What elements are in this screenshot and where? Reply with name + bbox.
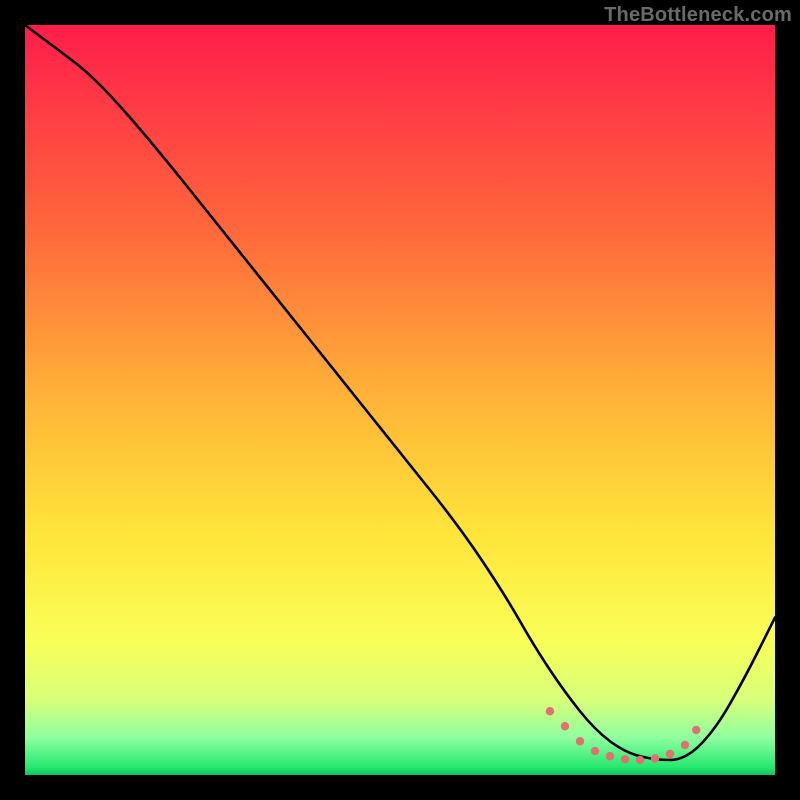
marker-dot xyxy=(692,726,700,734)
marker-dot xyxy=(546,707,554,715)
marker-dot xyxy=(621,755,629,763)
marker-dot xyxy=(636,756,644,764)
plot-area xyxy=(25,25,775,775)
marker-dot xyxy=(681,741,689,749)
marker-dot xyxy=(561,722,569,730)
chart-frame: TheBottleneck.com xyxy=(0,0,800,800)
marker-dot xyxy=(606,752,614,760)
marker-dot xyxy=(591,747,599,755)
chart-svg xyxy=(25,25,775,775)
marker-dot xyxy=(576,737,584,745)
marker-dot xyxy=(651,754,659,762)
gradient-rect xyxy=(25,25,775,775)
watermark-text: TheBottleneck.com xyxy=(604,4,792,27)
marker-dot xyxy=(666,750,674,758)
